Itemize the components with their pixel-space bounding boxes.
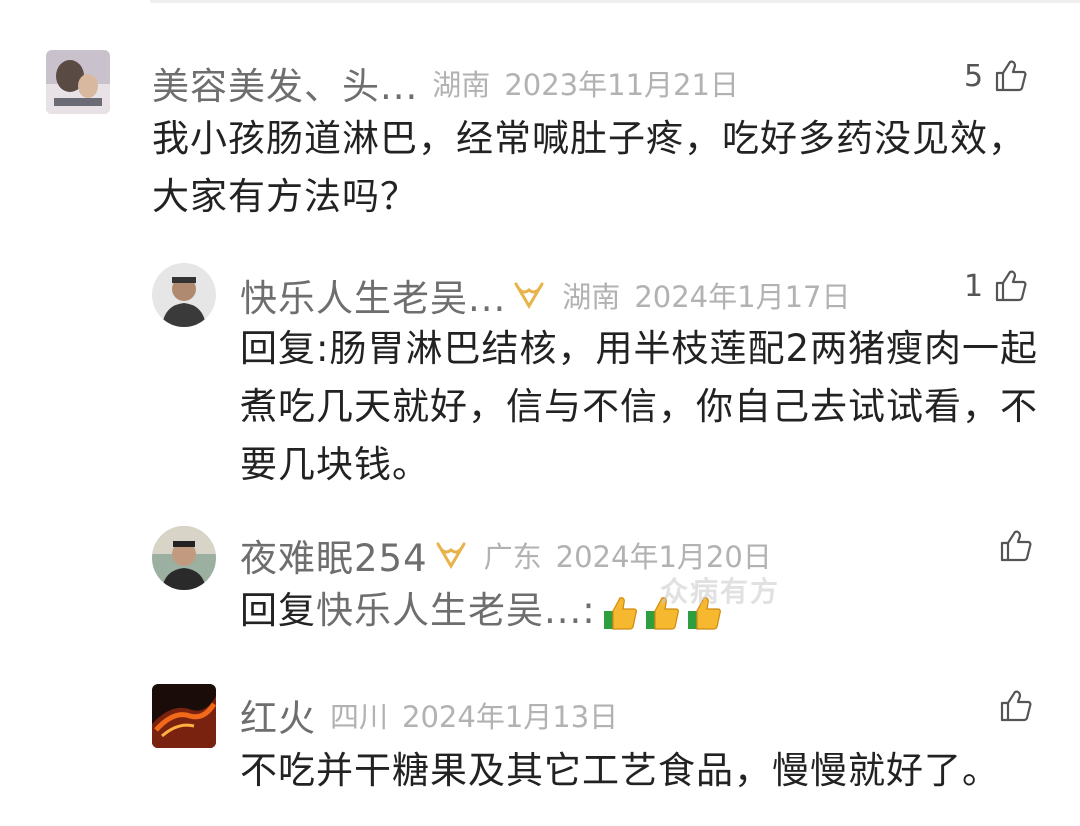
location: 广东: [483, 540, 542, 574]
thumbs-up-icon: [1000, 690, 1032, 722]
avatar[interactable]: [152, 263, 216, 327]
location: 湖南: [562, 280, 621, 314]
timestamp: 2024年1月17日: [634, 280, 851, 314]
timestamp: 2023年11月21日: [504, 68, 739, 102]
divider: [150, 0, 1080, 3]
like-button[interactable]: 5: [964, 58, 1029, 94]
timestamp: 2024年1月13日: [402, 700, 619, 734]
avatar[interactable]: [152, 684, 216, 748]
watermark: 众病有方: [660, 575, 781, 608]
thumbs-up-icon: [995, 270, 1027, 302]
like-count: 1: [964, 268, 984, 304]
location: 四川: [330, 700, 389, 734]
vip-badge-icon: [436, 542, 466, 569]
username[interactable]: 夜难眠254: [240, 528, 428, 582]
like-count: 5: [964, 58, 984, 94]
username[interactable]: 红火: [240, 688, 316, 742]
comment-text: 我小孩肠道淋巴，经常喊肚子疼，吃好多药没见效，大家有方法吗？: [152, 117, 1026, 218]
avatar[interactable]: [46, 50, 110, 114]
reply-prefix: 回复: [240, 589, 316, 632]
avatar[interactable]: [152, 526, 216, 590]
thumbs-up-emoji-icon: [603, 596, 637, 630]
comment-text: 回复快乐人生老吴...:: [240, 582, 1040, 640]
like-button[interactable]: 1: [964, 268, 1029, 304]
location: 湖南: [432, 68, 491, 102]
comments-page: 美容美发、头... 湖南 2023年11月21日 5 我小孩肠道淋巴，经常喊肚子…: [0, 0, 1080, 826]
like-button[interactable]: [998, 688, 1034, 724]
thumbs-up-icon: [1000, 530, 1032, 562]
comment-text: 不吃并干糖果及其它工艺食品，慢慢就好了。: [240, 749, 1000, 792]
vip-badge-icon: [514, 282, 544, 309]
mention-link[interactable]: 快乐人生老吴...:: [316, 589, 596, 632]
comment-text: 回复:肠胃淋巴结核，用半枝莲配2两猪瘦肉一起煮吃几天就好，信与不信，你自己去试试…: [240, 327, 1039, 486]
username[interactable]: 美容美发、头...: [152, 56, 418, 110]
like-button[interactable]: [998, 528, 1034, 564]
username[interactable]: 快乐人生老吴...: [240, 268, 506, 322]
thumbs-up-icon: [995, 60, 1027, 92]
